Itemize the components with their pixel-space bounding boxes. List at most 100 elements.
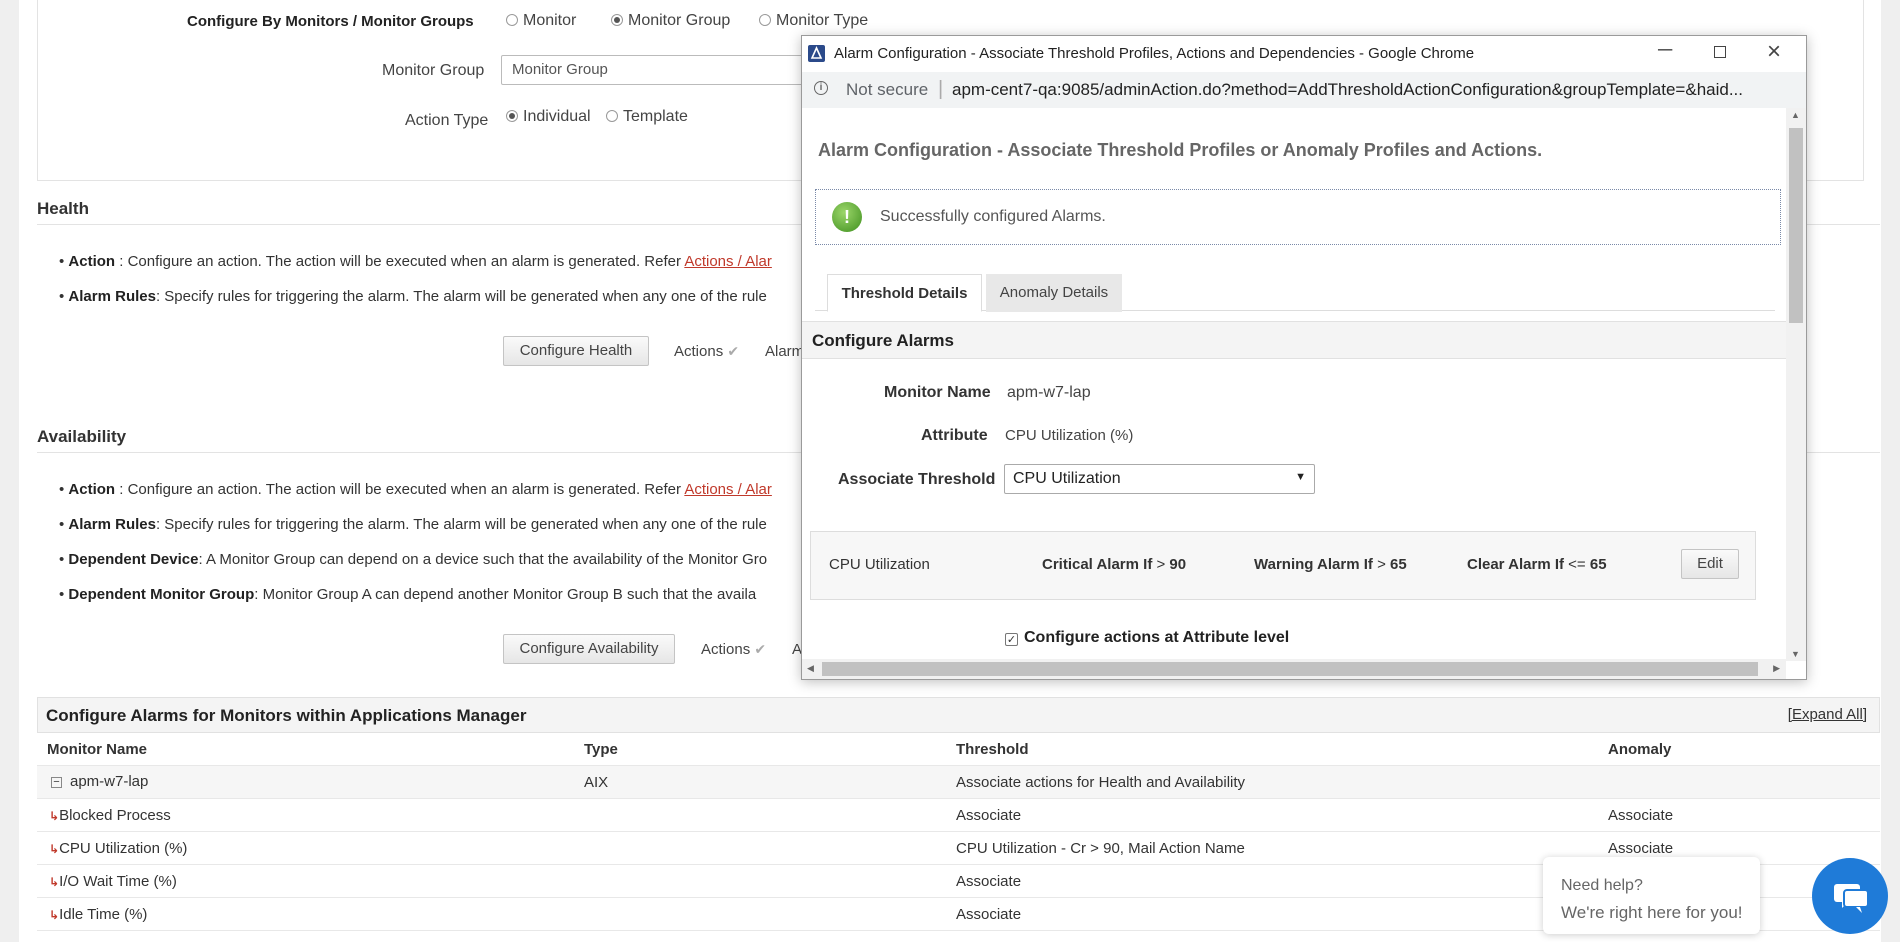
col-type: Type: [584, 741, 618, 758]
radio-monitor-group[interactable]: Monitor Group: [611, 12, 730, 30]
availability-rules-bullet: • Alarm Rules: Specify rules for trigger…: [59, 516, 767, 533]
chat-line-1: Need help?: [1561, 877, 1643, 894]
monitor-group-select[interactable]: Monitor Group: [501, 55, 831, 85]
scroll-up-icon[interactable]: ▲: [1791, 110, 1800, 120]
close-icon[interactable]: ×: [1767, 38, 1781, 66]
col-anomaly: Anomaly: [1608, 741, 1672, 758]
attribute-value: CPU Utilization (%): [1005, 427, 1134, 444]
monitor-name-label: Monitor Name: [884, 384, 991, 401]
horizontal-scroll-thumb[interactable]: [822, 662, 1758, 676]
group-threshold[interactable]: Associate actions for Health and Availab…: [956, 774, 1245, 791]
configure-alarms-title: Configure Alarms: [812, 331, 955, 350]
anomaly-link[interactable]: Associate: [1608, 840, 1673, 857]
threshold-name: CPU Utilization: [829, 556, 930, 573]
availability-actions-label: Actions ✔: [701, 641, 767, 658]
popup-title-bar: Alarm Configuration - Associate Threshol…: [802, 36, 1806, 73]
minimize-icon[interactable]: ─: [1658, 39, 1672, 62]
expand-all-link[interactable]: [Expand All]: [1788, 706, 1867, 723]
popup-horizontal-scrollbar[interactable]: ◀ ▶: [802, 659, 1786, 679]
alarm-config-popup-window: Alarm Configuration - Associate Threshol…: [801, 35, 1807, 680]
dependent-device-bullet: • Dependent Device: A Monitor Group can …: [59, 551, 768, 568]
radio-icon: [759, 14, 771, 26]
table-row-group: − apm-w7-lap AIX Associate actions for He…: [37, 766, 1880, 799]
attribute-level-label: Configure actions at Attribute level: [1024, 629, 1290, 646]
dependent-group-bullet: • Dependent Monitor Group: Monitor Group…: [59, 586, 757, 603]
popup-vertical-scrollbar[interactable]: ▲ ▼: [1786, 108, 1806, 661]
radio-individual[interactable]: Individual: [506, 108, 591, 126]
critical-condition: Critical Alarm If > 90: [1042, 556, 1187, 573]
not-secure-label: Not secure: [846, 80, 929, 99]
chat-help-bubble[interactable]: Need help? We're right here for you!: [1543, 857, 1760, 934]
child-arrow-icon: ↳: [49, 875, 60, 889]
tab-anomaly-details[interactable]: Anomaly Details: [986, 274, 1122, 312]
popup-heading: Alarm Configuration - Associate Threshol…: [818, 140, 1543, 160]
success-message: Successfully configured Alarms.: [880, 208, 1106, 225]
actions-link[interactable]: Actions / Alar: [684, 253, 772, 270]
tab-threshold-details[interactable]: Threshold Details: [827, 274, 982, 312]
health-action-bullet: • Action : Configure an action. The acti…: [59, 253, 772, 270]
maximize-icon[interactable]: [1714, 46, 1726, 58]
popup-address-bar[interactable]: i Not secure | apm-cent7-qa:9085/adminAc…: [802, 72, 1806, 109]
check-icon: ✔: [727, 343, 740, 359]
scroll-down-icon[interactable]: ▼: [1791, 649, 1800, 659]
popup-window-title: Alarm Configuration - Associate Threshol…: [834, 45, 1475, 62]
collapse-icon[interactable]: −: [51, 777, 62, 788]
attribute-name: Blocked Process: [59, 807, 171, 824]
dropdown-arrow-icon: ▼: [1295, 471, 1306, 483]
health-actions-label: Actions ✔: [674, 343, 740, 360]
group-monitor-name[interactable]: − apm-w7-lap: [51, 773, 148, 790]
threshold-link[interactable]: Associate: [956, 873, 1021, 890]
associate-threshold-label: Associate Threshold: [838, 471, 996, 488]
anomaly-link[interactable]: Associate: [1608, 807, 1673, 824]
attribute-name: Idle Time (%): [59, 906, 148, 923]
health-alarm-label: Alarm: [765, 343, 805, 360]
popup-content: Alarm Configuration - Associate Threshol…: [802, 108, 1786, 661]
attribute-level-checkbox-row[interactable]: ✓ Configure actions at Attribute level: [1005, 629, 1289, 647]
chat-launcher-button[interactable]: [1812, 858, 1888, 934]
attribute-name: CPU Utilization (%): [59, 840, 188, 857]
success-icon: !: [832, 202, 862, 232]
associate-threshold-value: CPU Utilization: [1013, 470, 1121, 487]
clear-condition: Clear Alarm If <= 65: [1467, 556, 1607, 573]
child-arrow-icon: ↳: [49, 809, 60, 823]
radio-monitor-type[interactable]: Monitor Type: [759, 12, 868, 30]
availability-action-bullet: • Action : Configure an action. The acti…: [59, 481, 772, 498]
table-title: Configure Alarms for Monitors within App…: [46, 706, 527, 725]
monitor-name-value: apm-w7-lap: [1007, 384, 1091, 401]
monitors-table-header: Configure Alarms for Monitors within App…: [37, 697, 1880, 733]
availability-title: Availability: [37, 427, 127, 446]
radio-template[interactable]: Template: [606, 108, 688, 126]
actions-link[interactable]: Actions / Alar: [684, 481, 772, 498]
group-type: AIX: [584, 774, 609, 791]
scroll-right-icon[interactable]: ▶: [1773, 663, 1780, 674]
radio-selected-icon: [611, 14, 623, 26]
table-row: ↳Blocked Process Associate Associate: [37, 799, 1880, 832]
app-favicon-icon: [808, 45, 825, 62]
chat-line-2: We're right here for you!: [1561, 903, 1743, 922]
popup-url: apm-cent7-qa:9085/adminAction.do?method=…: [952, 80, 1744, 99]
configure-availability-button[interactable]: Configure Availability: [503, 634, 675, 664]
vertical-scroll-thumb[interactable]: [1789, 128, 1803, 323]
edit-threshold-button[interactable]: Edit: [1681, 549, 1739, 579]
check-icon: ✔: [754, 641, 767, 657]
radio-icon: [606, 110, 618, 122]
configure-by-label: Configure By Monitors / Monitor Groups: [187, 13, 474, 30]
checkbox-checked-icon[interactable]: ✓: [1005, 633, 1018, 646]
threshold-link[interactable]: Associate: [956, 807, 1021, 824]
configure-health-button[interactable]: Configure Health: [503, 336, 649, 366]
child-arrow-icon: ↳: [49, 842, 60, 856]
threshold-link[interactable]: Associate: [956, 906, 1021, 923]
associate-threshold-select[interactable]: CPU Utilization ▼: [1004, 464, 1315, 494]
threshold-link[interactable]: CPU Utilization - Cr > 90, Mail Action N…: [956, 840, 1245, 857]
configure-alarms-header: Configure Alarms: [802, 321, 1786, 359]
attribute-name: I/O Wait Time (%): [59, 873, 177, 890]
health-rules-bullet: • Alarm Rules: Specify rules for trigger…: [59, 288, 767, 305]
radio-monitor[interactable]: Monitor: [506, 12, 576, 30]
warning-condition: Warning Alarm If > 65: [1254, 556, 1407, 573]
col-threshold: Threshold: [956, 741, 1029, 758]
scroll-left-icon[interactable]: ◀: [807, 663, 814, 674]
info-icon[interactable]: i: [814, 81, 828, 95]
action-type-label: Action Type: [405, 112, 489, 129]
attribute-label: Attribute: [921, 427, 988, 444]
radio-selected-icon: [506, 110, 518, 122]
